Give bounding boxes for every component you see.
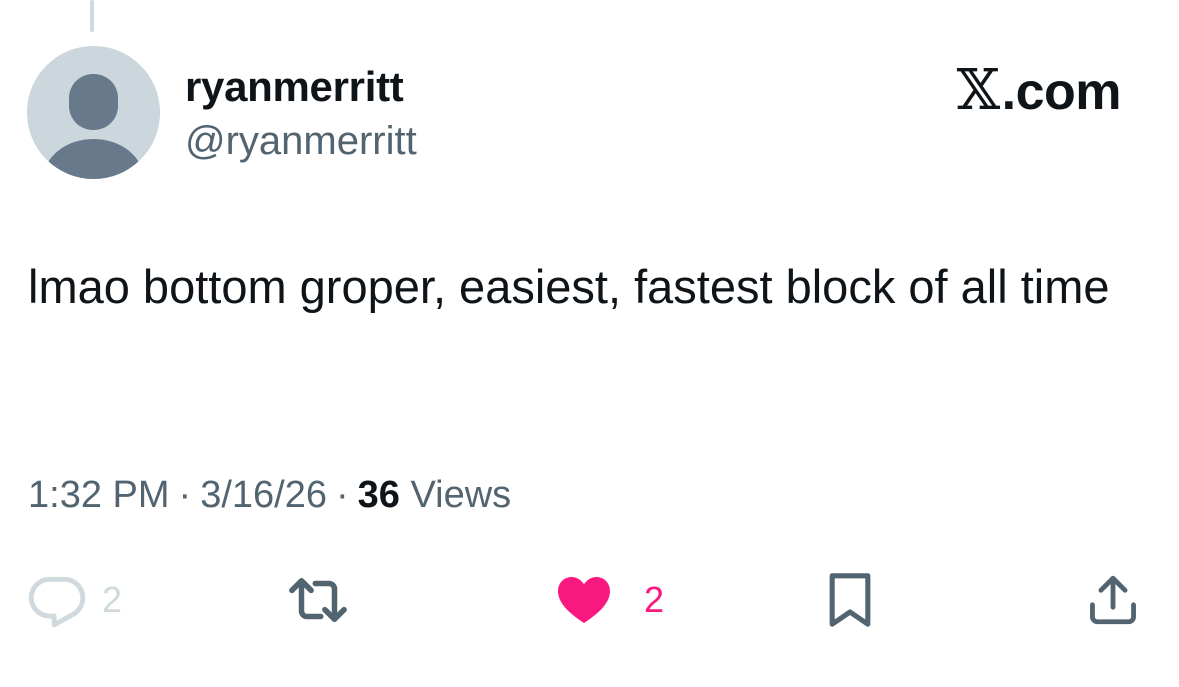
share-button[interactable]: [1084, 560, 1142, 640]
heart-icon: [558, 577, 610, 623]
reply-icon: [28, 576, 86, 628]
tweet-time[interactable]: 1:32 PM: [28, 474, 170, 516]
x-logo-icon: 𝕏: [956, 58, 1000, 123]
x-com-brand: 𝕏 .com: [956, 58, 1122, 123]
views-count: 36: [357, 474, 400, 516]
retweet-icon: [289, 578, 347, 622]
tweet-meta: 1:32 PM · 3/16/26 · 36 Views: [28, 470, 511, 520]
like-button[interactable]: 2: [554, 560, 664, 640]
user-handle[interactable]: @ryanmerritt: [185, 116, 417, 166]
tweet-actions: 2 2: [0, 560, 1179, 640]
user-info: ryanmerritt @ryanmerritt: [185, 62, 417, 166]
thread-connector-line: [90, 0, 94, 32]
brand-suffix: .com: [1001, 63, 1122, 121]
tweet-text: lmao bottom groper, easiest, fastest blo…: [28, 260, 1110, 313]
display-name[interactable]: ryanmerritt: [185, 62, 417, 112]
tweet-date[interactable]: 3/16/26: [200, 474, 327, 516]
reply-count: 2: [102, 579, 123, 620]
default-profile-icon: [27, 46, 160, 179]
meta-separator: ·: [178, 474, 192, 516]
meta-separator: ·: [335, 474, 349, 516]
like-count: 2: [644, 579, 665, 620]
views-label: Views: [410, 474, 512, 516]
avatar[interactable]: [27, 46, 160, 179]
share-icon: [1090, 575, 1136, 625]
bookmark-icon: [829, 573, 871, 627]
retweet-button[interactable]: [285, 560, 351, 640]
reply-button[interactable]: 2: [26, 560, 122, 640]
bookmark-button[interactable]: [822, 560, 878, 640]
tweet-card: ryanmerritt @ryanmerritt 𝕏 .com lmao bot…: [0, 0, 1179, 687]
